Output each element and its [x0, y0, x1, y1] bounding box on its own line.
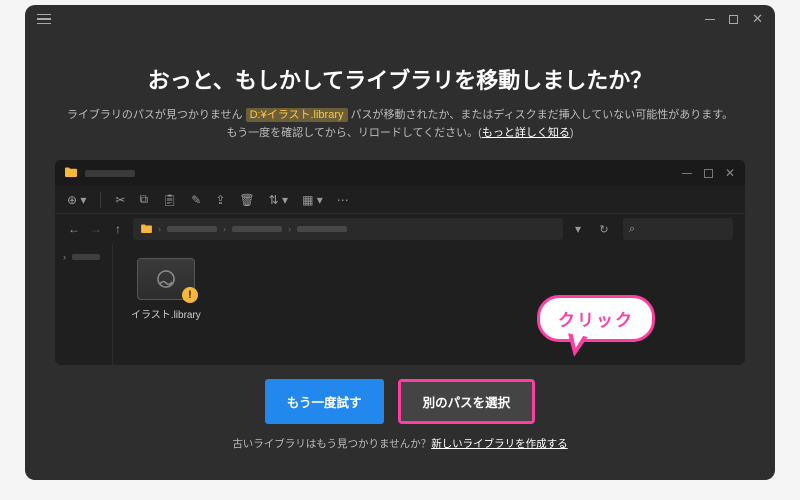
- explorer-titlebar: ✕: [55, 160, 745, 186]
- library-folder-icon: !: [137, 258, 195, 300]
- forward-icon[interactable]: →: [89, 222, 103, 236]
- subtitle-part3: もう一度を確認してから、リロードしてください。(: [226, 127, 481, 139]
- explorer-maximize-button[interactable]: [704, 169, 713, 178]
- back-icon[interactable]: ←: [67, 222, 81, 236]
- explorer-toolbar: ⊕ ▾ ✂ ⧉ 📋︎ ✎ ⇪ 🗑︎ ⇅ ▾ ▦ ▾ ⋯: [55, 186, 745, 214]
- subtitle-part4: ): [570, 127, 574, 139]
- breadcrumb[interactable]: › › ›: [133, 218, 563, 240]
- select-path-highlight: 別のパスを選択: [398, 379, 536, 424]
- refresh-icon[interactable]: ↻: [593, 218, 615, 240]
- app-window: ✕ おっと、もしかしてライブラリを移動しましたか？ ライブラリのパスが見つかりま…: [25, 5, 775, 480]
- retry-button[interactable]: もう一度試す: [265, 379, 384, 424]
- learn-more-link[interactable]: もっと詳しく知る: [482, 127, 570, 139]
- copy-icon[interactable]: ⧉: [139, 192, 148, 207]
- view-icon[interactable]: ▦ ▾: [302, 193, 323, 207]
- explorer-minimize-button[interactable]: [682, 173, 692, 174]
- footer-prefix: 古いライブラリはもう見つかりませんか？: [232, 438, 431, 450]
- click-callout: クリック: [537, 295, 655, 342]
- minimize-button[interactable]: [705, 19, 715, 20]
- subtitle-part1: ライブラリのパスが見つかりません: [67, 109, 246, 121]
- subtitle: ライブラリのパスが見つかりません D:¥イラスト.library パスが移動され…: [25, 107, 775, 142]
- chevron-right-icon[interactable]: ›: [63, 252, 66, 262]
- explorer-navbar: ← → ↑ › › › ▾ ↻ ⌕: [55, 214, 745, 244]
- folder-icon: [65, 166, 77, 180]
- paste-icon[interactable]: 📋︎: [162, 193, 177, 207]
- menu-icon[interactable]: [37, 14, 51, 25]
- share-icon[interactable]: ⇪: [215, 193, 225, 207]
- breadcrumb-dropdown-icon[interactable]: ▾: [571, 222, 585, 236]
- breadcrumb-folder-icon: [141, 222, 152, 236]
- maximize-button[interactable]: [729, 15, 738, 24]
- window-controls: ✕: [705, 11, 763, 27]
- action-row: もう一度試す 別のパスを選択: [25, 379, 775, 424]
- callout-tail-icon: [564, 333, 588, 358]
- rename-icon[interactable]: ✎: [191, 193, 201, 207]
- missing-path: D:¥イラスト.library: [246, 108, 348, 122]
- more-icon[interactable]: ⋯: [337, 193, 349, 207]
- search-icon: ⌕: [629, 223, 635, 236]
- sort-icon[interactable]: ⇅ ▾: [269, 193, 288, 207]
- new-icon[interactable]: ⊕ ▾: [67, 193, 86, 207]
- close-button[interactable]: ✕: [752, 11, 763, 27]
- library-label: イラスト.library: [131, 306, 201, 321]
- cut-icon[interactable]: ✂: [115, 193, 125, 207]
- explorer-title-placeholder: [85, 170, 135, 177]
- up-icon[interactable]: ↑: [111, 222, 125, 236]
- delete-icon[interactable]: 🗑︎: [239, 193, 254, 207]
- footer-hint: 古いライブラリはもう見つかりませんか？新しいライブラリを作成する: [25, 436, 775, 451]
- explorer-sidebar: ›: [55, 244, 113, 365]
- select-other-path-button[interactable]: 別のパスを選択: [401, 382, 533, 421]
- explorer-close-button[interactable]: ✕: [725, 166, 735, 180]
- sidebar-item[interactable]: [72, 254, 100, 260]
- create-library-link[interactable]: 新しいライブラリを作成する: [431, 438, 568, 450]
- search-input[interactable]: ⌕: [623, 218, 733, 240]
- page-title: おっと、もしかしてライブラリを移動しましたか？: [25, 63, 775, 95]
- titlebar: ✕: [25, 5, 775, 33]
- library-item[interactable]: ! イラスト.library: [131, 258, 201, 321]
- warning-badge-icon: !: [182, 287, 198, 303]
- subtitle-part2: パスが移動されたか、またはディスクまだ挿入していない可能性があります。: [348, 109, 734, 121]
